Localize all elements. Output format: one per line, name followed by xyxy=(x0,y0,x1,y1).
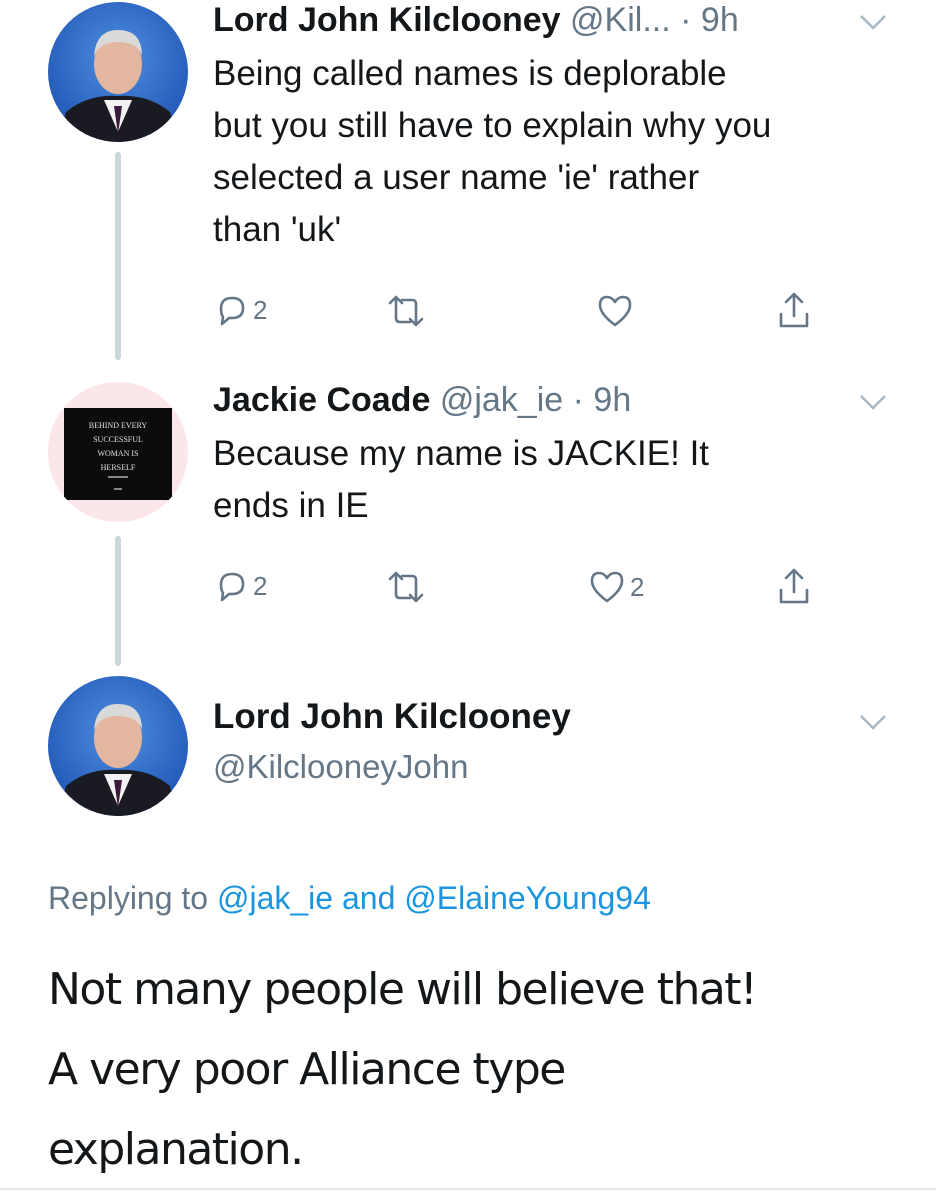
avatar[interactable] xyxy=(48,2,188,142)
heart-icon xyxy=(598,295,632,327)
reply-mention-link[interactable]: @ElaineYoung94 xyxy=(404,880,651,916)
display-name[interactable]: Jackie Coade xyxy=(213,381,430,419)
separator-dot: · xyxy=(680,1,692,39)
retweet-button[interactable] xyxy=(384,294,432,328)
separator-dot: · xyxy=(572,381,584,419)
retweet-icon xyxy=(388,571,424,603)
tweet-text: Being called names is deplorable but you… xyxy=(213,48,771,256)
avatar-photo-kilclooney xyxy=(48,676,188,816)
retweet-button[interactable] xyxy=(384,570,432,604)
share-icon xyxy=(779,568,809,604)
tweet-header: Lord John Kilclooney @Kil... · 9h xyxy=(213,0,739,40)
main-tweet-text-line: A very poor Alliance type xyxy=(48,1044,566,1095)
chevron-down-icon[interactable] xyxy=(858,392,888,412)
tweet-text-line: selected a user name 'ie' rather xyxy=(213,158,700,197)
avatar-quote-line: BEHIND EVERY xyxy=(89,421,148,430)
reply-button[interactable]: 2 xyxy=(213,568,267,604)
like-button[interactable] xyxy=(596,294,638,328)
avatar[interactable]: BEHIND EVERY SUCCESSFUL WOMAN IS HERSELF xyxy=(48,382,188,522)
avatar-quote-line: SUCCESSFUL xyxy=(93,435,143,444)
tweet-text: Because my name is JACKIE! It ends in IE xyxy=(213,428,709,532)
avatar-quote-line: WOMAN IS xyxy=(97,449,138,458)
avatar[interactable] xyxy=(48,676,188,816)
tweet-header: Jackie Coade @jak_ie · 9h xyxy=(213,380,631,420)
tweet-text-line: ends in IE xyxy=(213,486,369,525)
display-name[interactable]: Lord John Kilclooney xyxy=(213,1,561,39)
main-tweet-text: Not many people will believe that! A ver… xyxy=(48,950,918,1190)
tweet-text-line: Being called names is deplorable xyxy=(213,54,727,93)
like-button[interactable]: 2 xyxy=(588,570,644,604)
reply-icon xyxy=(219,572,245,602)
like-count: 2 xyxy=(630,571,645,602)
tweet-text-line: Because my name is JACKIE! It xyxy=(213,434,710,473)
main-tweet-text-line: explanation. xyxy=(48,1124,304,1175)
main-user-handle[interactable]: @KilclooneyJohn xyxy=(213,748,468,786)
heart-icon xyxy=(590,571,624,603)
user-handle[interactable]: @jak_ie xyxy=(440,381,563,419)
thread-line xyxy=(115,536,121,666)
avatar-photo-kilclooney xyxy=(48,2,188,142)
main-display-name[interactable]: Lord John Kilclooney xyxy=(213,697,571,737)
chevron-down-icon[interactable] xyxy=(858,12,888,32)
reply-mention-link[interactable]: @jak_ie xyxy=(217,880,333,916)
avatar-quote-image: BEHIND EVERY SUCCESSFUL WOMAN IS HERSELF xyxy=(48,382,188,522)
reply-count: 2 xyxy=(253,294,268,325)
share-button[interactable] xyxy=(776,290,812,330)
retweet-icon xyxy=(388,295,424,327)
avatar-quote-line: HERSELF xyxy=(101,463,136,472)
thread-line xyxy=(115,152,121,360)
share-icon xyxy=(779,292,809,328)
chevron-down-icon[interactable] xyxy=(858,712,888,732)
tweet-text-line: than 'uk' xyxy=(213,210,342,249)
reply-count: 2 xyxy=(253,570,268,601)
replying-to-line: Replying to @jak_ie and @ElaineYoung94 xyxy=(48,880,651,917)
replying-and[interactable]: and xyxy=(342,880,395,916)
tweet-timestamp[interactable]: 9h xyxy=(593,381,631,419)
divider xyxy=(0,1188,936,1190)
user-handle[interactable]: @Kil... xyxy=(570,1,671,39)
reply-button[interactable]: 2 xyxy=(213,292,267,328)
tweet-text-line: but you still have to explain why you xyxy=(213,106,772,145)
main-tweet-text-line: Not many people will believe that! xyxy=(48,964,758,1015)
tweet-timestamp[interactable]: 9h xyxy=(701,1,739,39)
share-button[interactable] xyxy=(776,566,812,606)
replying-prefix: Replying to xyxy=(48,880,209,916)
reply-icon xyxy=(219,296,245,326)
